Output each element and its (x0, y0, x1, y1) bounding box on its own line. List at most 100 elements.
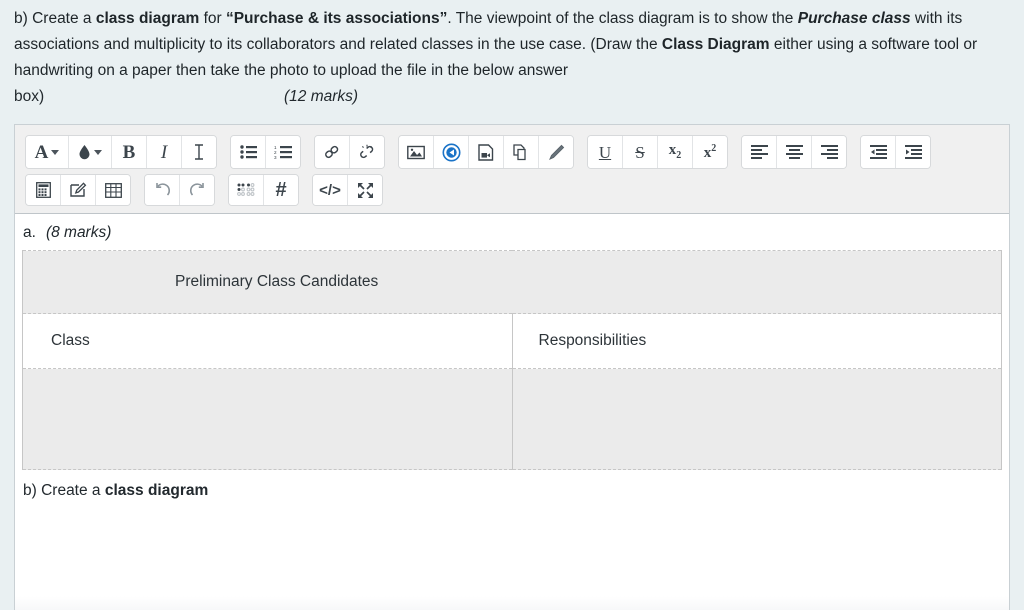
question-box-word: box) (14, 88, 45, 105)
preliminary-class-candidates-table[interactable]: Preliminary Class Candidates Class Respo… (22, 250, 1002, 470)
bold-icon: B (122, 141, 136, 163)
text-cursor-button[interactable] (182, 136, 216, 168)
table-icon (104, 182, 122, 198)
insert-table-button[interactable] (96, 175, 130, 205)
item-b-prefix: b) Create a (23, 482, 105, 499)
toolbar-group-link (314, 135, 385, 169)
video-icon (478, 143, 494, 161)
outdent-button[interactable] (861, 136, 896, 168)
question-mid2: . The viewpoint of the class diagram is … (447, 10, 798, 27)
outdent-icon (869, 145, 887, 159)
remove-link-button[interactable] (350, 136, 384, 168)
item-a-marks: (8 marks) (45, 224, 112, 241)
superscript-button[interactable]: x2 (693, 136, 727, 168)
question-bold-purchase-title: “Purchase & its associations” (225, 10, 448, 27)
align-center-icon (785, 145, 803, 159)
insert-file-button[interactable] (504, 136, 539, 168)
align-right-button[interactable] (812, 136, 846, 168)
equation-editor-button[interactable] (26, 175, 61, 205)
insert-image-button[interactable] (399, 136, 434, 168)
table-cell-class[interactable] (22, 368, 513, 470)
calculator-icon (35, 182, 51, 198)
unlink-icon (358, 144, 376, 160)
braille-icon (236, 183, 256, 197)
undo-icon (154, 182, 171, 198)
pencil-icon (548, 144, 565, 161)
table-caption-cell: Preliminary Class Candidates (22, 250, 1002, 314)
table-header-class: Class (22, 313, 513, 369)
question-prefix: b) Create a (14, 10, 96, 27)
link-icon (323, 144, 341, 160)
draw-button[interactable] (539, 136, 573, 168)
editor-toolbar: A B I 1 2 3 U S x2 x2 # </> (15, 125, 1009, 214)
insert-audio-button[interactable] (434, 136, 469, 168)
toolbar-group-insert (25, 174, 131, 206)
chemistry-editor-button[interactable] (61, 175, 96, 205)
image-icon (407, 145, 425, 160)
indent-button[interactable] (896, 136, 930, 168)
underline-button[interactable]: U (588, 136, 623, 168)
question-bold-class-diagram: class diagram (95, 10, 200, 27)
file-copy-icon (512, 143, 530, 161)
table-row[interactable] (22, 368, 1002, 470)
toolbar-group-font: A B I (25, 135, 217, 169)
editor-content-area[interactable]: a. (8 marks) Preliminary Class Candidates… (15, 214, 1009, 568)
redo-button[interactable] (180, 175, 214, 205)
item-b-bold: class diagram (104, 482, 209, 499)
question-marks-line: box) (12 marks) (0, 84, 1024, 110)
toolbar-group-indent (860, 135, 931, 169)
fullscreen-button[interactable] (348, 175, 382, 205)
indent-icon (904, 145, 922, 159)
numbered-list-icon: 1 2 3 (274, 145, 292, 159)
italic-icon: I (160, 141, 168, 163)
question-bold-class-diagram-2: Class Diagram (661, 36, 770, 53)
toolbar-row-1: A B I 1 2 3 U S x2 x2 (21, 133, 1003, 171)
rich-text-editor: A B I 1 2 3 U S x2 x2 # </> a. (8 marks)… (14, 124, 1010, 568)
subscript-icon: x2 (668, 142, 682, 161)
font-color-dropdown-button[interactable]: A (26, 136, 69, 168)
redo-icon (189, 182, 206, 198)
strikethrough-icon: S (635, 142, 645, 162)
table-cell-responsibilities[interactable] (511, 368, 1002, 470)
question-marks: (12 marks) (284, 88, 359, 105)
insert-video-button[interactable] (469, 136, 504, 168)
editor-footer (14, 564, 1010, 610)
align-right-icon (820, 145, 838, 159)
bold-button[interactable]: B (112, 136, 147, 168)
table-caption-row: Preliminary Class Candidates (22, 250, 1002, 314)
item-a-label: a. (23, 224, 36, 241)
bullet-list-button[interactable] (231, 136, 266, 168)
toolbar-group-media (398, 135, 574, 169)
hash-icon: # (275, 179, 287, 201)
toolbar-row-2: # </> (21, 171, 1003, 207)
font-color-icon: A (34, 141, 49, 163)
toolbar-group-lists: 1 2 3 (230, 135, 301, 169)
chevron-down-icon (51, 149, 60, 155)
align-left-button[interactable] (742, 136, 777, 168)
strikethrough-button[interactable]: S (623, 136, 658, 168)
toolbar-group-align (741, 135, 847, 169)
highlight-color-dropdown-button[interactable] (69, 136, 112, 168)
content-item-b: b) Create a class diagram (15, 470, 1009, 500)
toolbar-group-special: # (228, 174, 299, 206)
toolbar-group-textstyle: U S x2 x2 (587, 135, 728, 169)
content-item-a: a. (8 marks) (15, 214, 1009, 250)
droplet-icon (78, 144, 91, 160)
html-source-button[interactable]: </> (313, 175, 348, 205)
special-character-button[interactable]: # (264, 175, 298, 205)
question-text: b) Create a class diagram for “Purchase … (0, 0, 996, 84)
subscript-button[interactable]: x2 (658, 136, 693, 168)
insert-link-button[interactable] (315, 136, 350, 168)
undo-button[interactable] (145, 175, 180, 205)
code-icon: </> (319, 181, 341, 199)
underline-icon: U (598, 142, 612, 162)
table-header-row: Class Responsibilities (22, 313, 1002, 369)
chevron-down-icon (94, 149, 102, 155)
toolbar-group-history (144, 174, 215, 206)
text-cursor-icon (193, 143, 205, 161)
align-center-button[interactable] (777, 136, 812, 168)
numbered-list-button[interactable]: 1 2 3 (266, 136, 300, 168)
table-header-responsibilities: Responsibilities (511, 313, 1002, 369)
italic-button[interactable]: I (147, 136, 182, 168)
braille-button[interactable] (229, 175, 264, 205)
